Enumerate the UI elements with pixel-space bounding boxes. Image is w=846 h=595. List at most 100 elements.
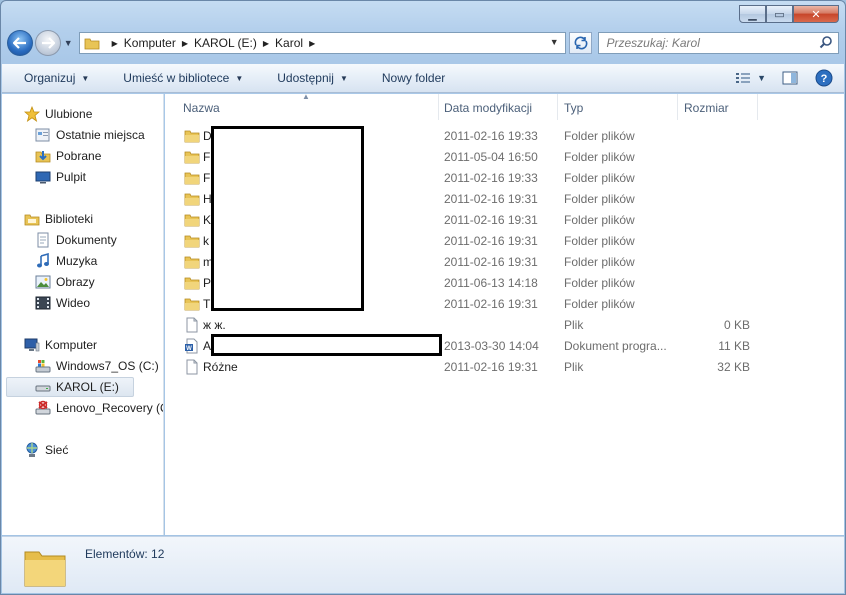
address-bar[interactable]: ▶ Komputer ▶ KAROL (E:) ▶ Karol ▶ ▼ xyxy=(78,32,566,54)
folder-icon xyxy=(184,254,200,270)
nav-recent-places[interactable]: Ostatnie miejsca xyxy=(35,125,145,145)
column-divider[interactable] xyxy=(438,94,439,120)
share-label: Udostępnij xyxy=(277,71,334,85)
folder-icon xyxy=(84,38,100,50)
computer-icon xyxy=(24,337,40,353)
column-size[interactable]: Rozmiar xyxy=(684,101,729,115)
file-row[interactable]: Różne 2011-02-16 19:31 Plik 32 KB xyxy=(165,357,844,378)
nav-music[interactable]: Muzyka xyxy=(35,251,97,271)
system-drive-icon xyxy=(35,358,51,374)
forward-button[interactable] xyxy=(34,30,61,56)
arrow-left-icon xyxy=(12,37,26,49)
file-date: 2011-02-16 19:31 xyxy=(444,192,538,206)
search-input[interactable] xyxy=(599,33,810,53)
file-date: 2011-02-16 19:31 xyxy=(444,213,538,227)
nav-desktop[interactable]: Pulpit xyxy=(35,167,86,187)
command-bar: Organizuj ▼ Umieść w bibliotece ▼ Udostępn… xyxy=(2,64,844,93)
include-library-label: Umieść w bibliotece xyxy=(123,71,230,85)
file-type: Folder plików xyxy=(564,129,635,143)
file-name: F xyxy=(203,171,211,185)
breadcrumb-computer[interactable]: ▶ Komputer xyxy=(106,36,176,50)
nav-music-label: Muzyka xyxy=(56,254,98,268)
nav-drive-q[interactable]: Lenovo_Recovery (Q xyxy=(35,398,164,418)
address-history-dropdown[interactable]: ▼ xyxy=(550,37,559,47)
file-date: 2011-02-16 19:33 xyxy=(444,171,538,185)
chevron-down-icon: ▼ xyxy=(339,73,348,83)
nav-favorites[interactable]: Ulubione xyxy=(24,104,92,124)
column-divider[interactable] xyxy=(757,94,758,120)
refresh-icon xyxy=(574,36,587,50)
nav-videos[interactable]: Wideo xyxy=(35,293,90,313)
column-type[interactable]: Typ xyxy=(564,101,583,115)
nav-drive-c[interactable]: Windows7_OS (C:) xyxy=(35,356,159,376)
column-divider[interactable] xyxy=(677,94,678,120)
details-view-icon xyxy=(736,73,751,83)
details-pane: Elementów: 12 xyxy=(2,536,844,593)
folder-icon xyxy=(184,275,200,291)
share-button[interactable]: Udostępnij ▼ xyxy=(265,67,360,89)
minimize-button[interactable]: ▁ xyxy=(739,5,766,23)
new-folder-button[interactable]: Nowy folder xyxy=(370,67,457,89)
recovery-drive-icon xyxy=(35,400,51,416)
file-type: Folder plików xyxy=(564,234,635,248)
file-name: F xyxy=(203,150,211,164)
file-name: K xyxy=(203,213,212,227)
chevron-right-icon[interactable]: ▶ xyxy=(309,39,315,48)
help-button[interactable]: ? xyxy=(814,68,834,88)
close-button[interactable]: ✕ xyxy=(793,5,839,23)
include-in-library-button[interactable]: Umieść w bibliotece ▼ xyxy=(111,67,255,89)
file-size: 32 KB xyxy=(717,360,750,374)
folder-icon xyxy=(184,149,200,165)
folder-icon xyxy=(184,191,200,207)
file-type: Plik xyxy=(564,360,584,374)
file-list: ▲ Nazwa Data modyfikacji Typ Rozmiar D 20… xyxy=(165,92,844,535)
file-type: Folder plików xyxy=(564,150,635,164)
nav-pictures-label: Obrazy xyxy=(56,275,95,289)
breadcrumb-drive[interactable]: ▶ KAROL (E:) xyxy=(176,36,257,50)
organize-button[interactable]: Organizuj ▼ xyxy=(12,67,101,89)
column-divider[interactable] xyxy=(557,94,558,120)
maximize-button[interactable]: ▭ xyxy=(766,5,793,23)
nav-network[interactable]: Sieć xyxy=(24,440,68,460)
file-row[interactable]: ж ж. Plik 0 KB xyxy=(165,315,844,336)
nav-drive-e[interactable]: KAROL (E:) xyxy=(6,377,134,397)
music-icon xyxy=(35,253,51,269)
pictures-icon xyxy=(35,274,51,290)
file-name: Różne xyxy=(203,360,238,374)
search-icon[interactable] xyxy=(819,35,833,49)
nav-libraries[interactable]: Biblioteki xyxy=(24,209,93,229)
nav-computer[interactable]: Komputer xyxy=(24,335,97,355)
nav-documents[interactable]: Dokumenty xyxy=(35,230,117,250)
nav-drive-q-label: Lenovo_Recovery (Q xyxy=(56,401,164,415)
chevron-right-icon: ▶ xyxy=(181,38,188,48)
column-name[interactable]: Nazwa xyxy=(183,101,220,115)
view-options-dropdown[interactable]: ▼ xyxy=(757,73,766,83)
svg-text:W: W xyxy=(186,346,192,352)
file-type: Folder plików xyxy=(564,192,635,206)
back-button[interactable] xyxy=(7,30,33,56)
column-date[interactable]: Data modyfikacji xyxy=(444,101,532,115)
file-type: Folder plików xyxy=(564,213,635,227)
refresh-button[interactable] xyxy=(568,32,593,54)
file-type: Folder plików xyxy=(564,255,635,269)
nav-network-label: Sieć xyxy=(45,443,69,457)
nav-pictures[interactable]: Obrazy xyxy=(35,272,95,292)
file-type: Dokument progra... xyxy=(564,339,667,353)
word-doc-icon: W xyxy=(184,338,200,354)
folder-icon xyxy=(184,212,200,228)
folder-icon xyxy=(184,233,200,249)
file-type: Folder plików xyxy=(564,276,635,290)
desktop-icon xyxy=(35,169,51,185)
search-box[interactable] xyxy=(598,32,839,54)
change-view-button[interactable] xyxy=(733,68,753,88)
help-icon: ? xyxy=(815,69,833,87)
file-name: T xyxy=(203,297,211,311)
nav-downloads[interactable]: Pobrane xyxy=(35,146,101,166)
item-count: Elementów: 12 xyxy=(85,547,165,561)
preview-pane-button[interactable] xyxy=(780,68,800,88)
breadcrumb-folder[interactable]: ▶ Karol ▶ xyxy=(257,36,321,50)
folder-icon xyxy=(184,170,200,186)
chevron-down-icon: ▼ xyxy=(235,73,244,83)
star-icon xyxy=(24,106,40,122)
recent-pages-dropdown[interactable]: ▼ xyxy=(64,38,73,48)
